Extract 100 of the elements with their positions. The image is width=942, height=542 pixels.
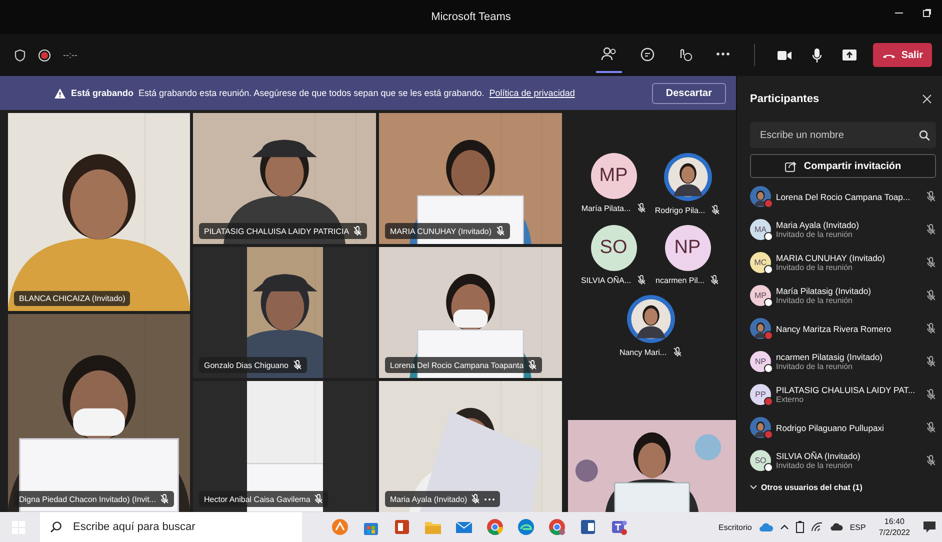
notification-icon[interactable] xyxy=(923,521,936,533)
leave-button[interactable]: Salir xyxy=(873,43,932,67)
participant-name: Lorena Del Rocio Campana Toapanta xyxy=(390,360,524,370)
chevron-up-icon[interactable] xyxy=(780,524,789,530)
participant-name: ncarmen Pilatasig (Invitado) xyxy=(776,352,884,362)
dismiss-button[interactable]: Descartar xyxy=(652,82,726,104)
avatar: MP xyxy=(750,285,771,306)
avatar: SO xyxy=(750,450,771,471)
mic-off-icon[interactable] xyxy=(926,323,936,334)
participant-item[interactable]: Nancy Maritza Rivera Romero xyxy=(750,312,936,345)
participant-role: Invitado de la reunión xyxy=(776,362,854,371)
participant-item[interactable]: MP María Pilatasig (Invitado) Invitado de la reunión xyxy=(750,279,936,312)
avatar: SO xyxy=(590,225,636,271)
participant-item[interactable]: Lorena Del Rocio Campana Toap... xyxy=(750,180,936,213)
mic-off-icon[interactable] xyxy=(926,389,936,400)
avatar: MA xyxy=(750,219,771,240)
search-icon[interactable] xyxy=(50,521,62,533)
participant-role: Externo xyxy=(776,395,805,404)
avatar: NP xyxy=(664,225,710,271)
participant-item[interactable]: Rodrigo Pilaguano Pullupaxi xyxy=(750,411,936,444)
privacy-link[interactable]: Política de privacidad xyxy=(489,88,575,98)
restore-icon[interactable] xyxy=(922,8,932,18)
participant-name: Digna Piedad Chacon Invitado) (Invit... xyxy=(19,494,156,504)
mic-off-icon[interactable] xyxy=(926,455,936,466)
close-icon[interactable] xyxy=(922,94,932,104)
presentation-app-icon[interactable] xyxy=(393,518,411,536)
clock-date[interactable]: 7/2/2022 xyxy=(878,527,910,538)
section-header[interactable]: Otros usuarios del chat (1) xyxy=(750,477,936,492)
avatar: PP xyxy=(750,384,771,405)
participant-name: SILVIA OÑA (Invitado) xyxy=(776,451,862,461)
hand-icon[interactable] xyxy=(678,46,693,62)
participant-name: Gonzalo Dias Chiguano xyxy=(204,360,288,370)
participant-name: Hector Anibal Caisa Gavilema xyxy=(204,494,310,504)
chrome-icon[interactable] xyxy=(486,518,504,536)
participant-role: Invitado de la reunión xyxy=(776,461,854,470)
participant-name: Maria Ayala (Invitado) xyxy=(776,220,860,230)
microphone-icon[interactable] xyxy=(812,48,822,62)
more-icon[interactable] xyxy=(716,52,730,56)
participant-name: Maria Ayala (Invitado) xyxy=(390,494,468,504)
edge-icon[interactable] xyxy=(517,518,535,536)
chat-icon[interactable] xyxy=(640,46,655,62)
participant-name: MARIA CUNUHAY (Invitado) xyxy=(390,226,492,236)
avatar: MC xyxy=(750,252,771,273)
more-icon[interactable] xyxy=(484,498,496,500)
participant-name: ncarmen Pil... xyxy=(656,276,704,284)
share-screen-icon[interactable] xyxy=(842,49,858,61)
search-field[interactable]: Escribe un nombre xyxy=(758,128,919,142)
window-title: Microsoft Teams xyxy=(431,11,511,23)
participant-name: MARIA CUNUHAY (Invitado) xyxy=(776,253,886,263)
participant-name: María Pilata... xyxy=(581,204,631,212)
participant-role: Invitado de la reunión xyxy=(776,296,854,305)
camera-icon[interactable] xyxy=(777,50,792,60)
language-indicator[interactable]: ESP xyxy=(850,522,866,532)
word-icon[interactable] xyxy=(579,518,597,536)
participant-role: Invitado de la reunión xyxy=(776,230,854,239)
chrome-icon[interactable] xyxy=(548,518,566,536)
mic-off-icon[interactable] xyxy=(926,257,936,268)
banner-message: Está grabando esta reunión. Asegúrese de que todos sepan que se les está grabando. xyxy=(138,88,484,98)
share-icon[interactable] xyxy=(784,160,797,172)
cloud-icon[interactable] xyxy=(830,523,843,531)
teams-icon[interactable] xyxy=(610,518,628,536)
search-box[interactable]: Escribe un nombre xyxy=(750,122,936,148)
participant-name: PILATASIG CHALUISA LAIDY PATRICIA xyxy=(204,226,350,236)
desktop-label[interactable]: Escritorio xyxy=(718,522,752,532)
app-icon[interactable] xyxy=(331,518,349,536)
chevron-down-icon[interactable] xyxy=(750,485,757,490)
participant-name: SILVIA OÑA... xyxy=(580,276,632,284)
mic-off-icon[interactable] xyxy=(926,224,936,235)
clock-time[interactable]: 16:40 xyxy=(884,516,904,527)
avatar: NP xyxy=(750,351,771,372)
taskbar-search-box[interactable]: Escribe aquí para buscar xyxy=(40,512,302,542)
mic-off-icon[interactable] xyxy=(926,422,936,433)
participant-item[interactable]: MC MARIA CUNUHAY (Invitado) Invitado de la reunión xyxy=(750,246,936,279)
people-icon[interactable] xyxy=(601,47,618,61)
banner-title: Está grabando xyxy=(71,88,134,98)
participant-name: María Pilatasig (Invitado) xyxy=(776,286,872,296)
participant-role: Invitado de la reunión xyxy=(776,263,854,272)
participant-item[interactable]: SO SILVIA OÑA (Invitado) Invitado de la reunión xyxy=(750,444,936,477)
share-invitation-button[interactable]: Compartir invitación xyxy=(750,154,936,178)
participant-item[interactable]: MA Maria Ayala (Invitado) Invitado de la reunión xyxy=(750,213,936,246)
participant-name: Rodrigo Pilaguano Pullupaxi xyxy=(776,422,885,432)
participant-name: Nancy Mari... xyxy=(619,348,667,356)
participant-item[interactable]: PP PILATASIG CHALUISA LAIDY PAT... Externo xyxy=(750,378,936,411)
wifi-icon[interactable] xyxy=(810,522,823,532)
battery-icon[interactable] xyxy=(796,521,804,533)
shield-icon[interactable] xyxy=(14,48,26,62)
participant-item[interactable]: NP ncarmen Pilatasig (Invitado) Invitado de la reunión xyxy=(750,345,936,378)
participant-name: BLANCA CHICAIZA (Invitado) xyxy=(19,294,126,303)
mic-off-icon[interactable] xyxy=(926,290,936,301)
participant-name: PILATASIG CHALUISA LAIDY PAT... xyxy=(776,385,916,395)
mic-off-icon[interactable] xyxy=(926,356,936,367)
mic-off-icon[interactable] xyxy=(926,191,936,202)
warning-icon xyxy=(54,88,66,98)
participant-name: Nancy Maritza Rivera Romero xyxy=(776,324,892,334)
participant-name: Lorena Del Rocio Campana Toap... xyxy=(776,192,912,202)
search-icon[interactable] xyxy=(919,130,930,140)
participant-name: Rodrigo Pila... xyxy=(654,206,706,214)
taskbar-search-field[interactable]: Escribe aquí para buscar xyxy=(71,520,292,534)
panel-title: Participantes xyxy=(750,93,820,105)
call-timer: --:-- xyxy=(63,50,78,60)
